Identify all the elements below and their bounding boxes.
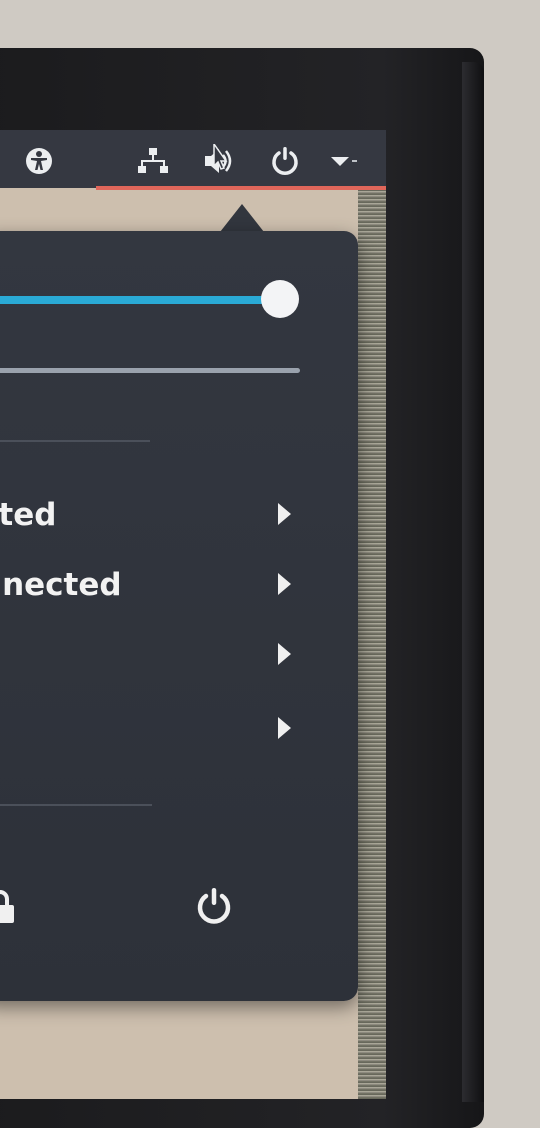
top-panel [0,130,386,188]
volume-icon[interactable] [202,144,236,178]
chevron-right-icon [278,717,291,739]
menu-row-4[interactable] [0,703,330,757]
menu-row-label: cted [0,497,57,533]
dropdown-arrow-icon[interactable] [326,144,360,178]
network-icon[interactable] [136,144,170,178]
menu-row-3[interactable] [0,629,330,683]
volume-slider-track[interactable] [0,368,300,373]
power-off-icon[interactable] [194,886,234,930]
accessibility-icon[interactable] [22,144,56,178]
power-icon[interactable] [268,144,302,178]
menu-row-label: nnected [0,567,122,603]
brightness-slider-track[interactable] [0,296,280,304]
brightness-slider-knob[interactable] [261,280,299,318]
chevron-right-icon [278,573,291,595]
menu-row-wifi-connected[interactable]: nnected [0,559,330,613]
monitor-edge [462,62,484,1102]
screen: cted nnected [0,130,386,1099]
system-menu: cted nnected [0,231,358,1001]
menu-row-wired-connected[interactable]: cted [0,489,330,543]
active-indicator-underline [96,186,386,190]
chevron-right-icon [278,503,291,525]
menu-separator [0,440,150,442]
menu-pointer-arrow [220,204,264,232]
chevron-right-icon [278,643,291,665]
lock-icon[interactable] [0,888,16,932]
menu-separator [0,804,152,806]
display-artifact-stripes [358,190,386,1099]
